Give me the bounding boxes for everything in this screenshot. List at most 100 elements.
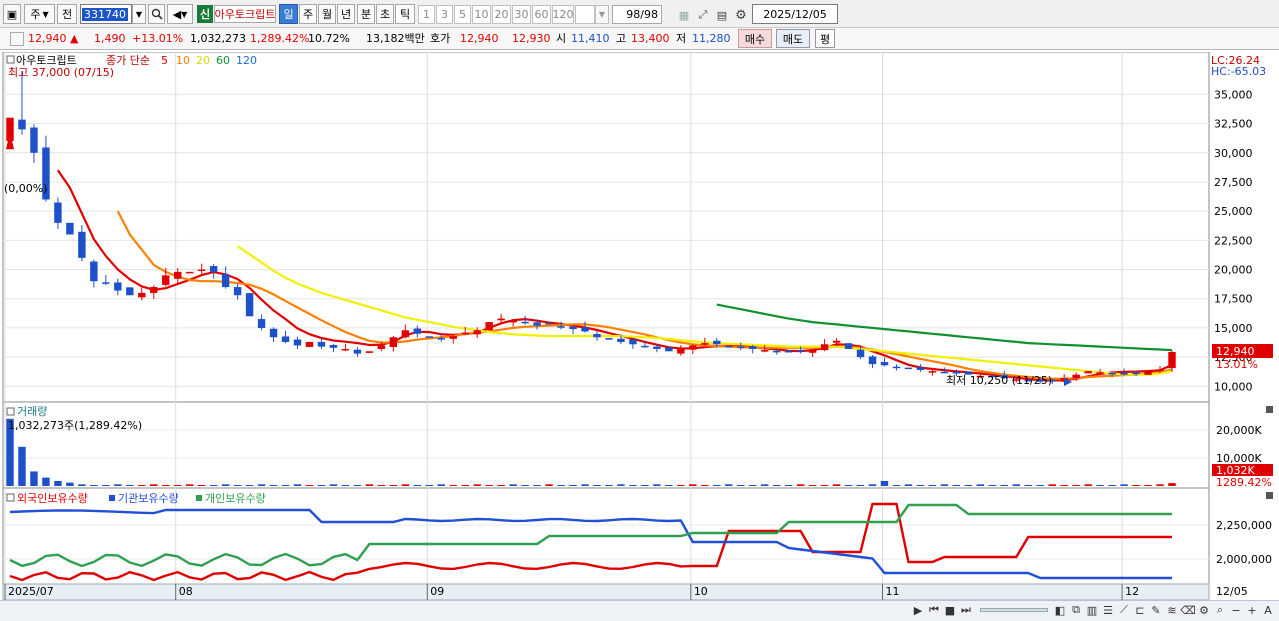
volume-bar [197,485,206,486]
volume-bar [150,484,158,486]
volume-bar [1108,485,1116,486]
volume-bar [760,484,769,486]
volume-bar [1072,485,1080,486]
zoom-slider[interactable] [980,608,1048,612]
count-1-button[interactable]: 1 [418,5,435,24]
count-10-button[interactable]: 10 [472,5,491,24]
candle-body [1108,372,1116,375]
list-icon[interactable]: ☰ [1100,602,1116,618]
x-axis-label: 09 [430,585,444,598]
volume-bar [1120,484,1128,486]
period-unit-select[interactable]: 주 ▼ [24,4,55,24]
count-120-button[interactable]: 120 [552,5,574,24]
minus-icon[interactable]: − [1228,602,1244,618]
volume-bar [701,485,709,486]
volume-bar [545,484,553,486]
chart-area[interactable]: 35,000 32,500 30,000 27,500 25,000 22,500 20,0… [0,51,1279,601]
chart-canvas[interactable]: 35,000 32,500 30,000 27,500 25,000 22,500 20,0… [0,51,1279,601]
count-60-button[interactable]: 60 [532,5,551,24]
crosshair-icon[interactable]: ⤢ [694,5,712,25]
zoom-out-icon[interactable]: ◧ [1052,602,1068,618]
avg-price-button[interactable]: 평 [815,29,835,48]
volume-bar [749,485,757,486]
speaker-icon[interactable]: ◀ ▼ [167,4,193,24]
gear-icon[interactable]: ⚙ [732,5,750,25]
volume-bar [221,484,230,486]
bid-price: 12,930 [512,32,551,45]
fibonacci-icon[interactable]: ≋ [1164,602,1180,618]
volume-bar [42,477,50,486]
period-minute-tab[interactable]: 분 [357,4,375,24]
volume-bar [485,485,493,486]
plus-icon[interactable]: + [1244,602,1260,618]
trendline-icon[interactable]: ⟋ [1116,602,1132,618]
volume-bar [30,471,38,486]
search-icon[interactable]: ⌕ [1212,602,1228,618]
candle-body [150,287,158,293]
volume-bar [173,485,182,486]
period-month-tab[interactable]: 월 [318,4,336,24]
open-label: 시 [556,32,567,45]
period-second-tab[interactable]: 초 [376,4,394,24]
close-icon[interactable] [1266,492,1273,499]
quote-panel-toggle-icon[interactable] [10,32,24,46]
stock-name: 아우토크립트 [214,5,276,23]
open-price: 11,410 [571,32,610,45]
volume-bar [257,484,266,486]
draw-icon[interactable]: ✎ [1148,602,1164,618]
sell-button[interactable]: 매도 [776,29,810,48]
eraser-icon[interactable]: ⌫ [1180,602,1196,618]
layout-icon[interactable]: ▥ [1084,602,1100,618]
period-week-tab[interactable]: 주 [299,4,317,24]
high-label: 고 [616,32,627,45]
candle-body [689,345,697,350]
candle-body [102,282,110,284]
volume-bar [737,485,745,486]
candle-body [808,350,817,353]
volume-bar [725,484,733,486]
grid-icon[interactable]: ▦ [675,5,693,25]
ruler-icon[interactable]: ⊏ [1132,602,1148,618]
period-year-tab[interactable]: 년 [337,4,355,24]
stop-icon[interactable]: ■ [942,602,958,618]
date-input[interactable]: 2025/12/05 [752,4,838,24]
window-menu-icon[interactable]: ▣ [3,4,21,24]
legend-ma5: 5 [161,54,168,67]
current-pct-label: 13.01% [1216,358,1258,371]
period-tick-tab[interactable]: 틱 [395,4,415,24]
text-icon[interactable]: A [1260,602,1276,618]
candle-body [892,366,901,369]
duplicate-icon[interactable]: ⧉ [1068,602,1084,618]
volume-bar [497,485,505,486]
chevron-down-icon[interactable]: ▼ [595,5,609,24]
prev-button[interactable]: 전 [57,4,77,24]
stock-code-input[interactable]: 331740 [80,4,132,24]
count-3-button[interactable]: 3 [436,5,453,24]
count-20-button[interactable]: 20 [492,5,511,24]
close-icon[interactable] [1266,406,1273,413]
volume-bar [653,484,661,486]
candle-body [545,322,553,325]
rewind-icon[interactable]: ⏮ [926,602,942,618]
count-30-button[interactable]: 30 [512,5,531,24]
volume-note: 1,032,273주(1,289.42%) [8,419,142,432]
volume-bar [185,484,194,486]
candle-body [293,339,302,346]
volume-pct: 1,289.42% [250,32,310,45]
y-tick-label: 27,500 [1214,176,1253,189]
buy-button[interactable]: 매수 [738,29,772,48]
period-day-tab[interactable]: 일 [279,4,298,24]
play-icon[interactable]: ▶ [910,602,926,618]
code-dropdown-chevron-icon[interactable]: ▼ [132,4,146,24]
candle-body [1156,369,1164,372]
fast-forward-icon[interactable]: ⏭ [958,602,974,618]
candle-body [173,271,182,279]
count-5-button[interactable]: 5 [454,5,471,24]
search-icon[interactable] [148,4,165,24]
settings-icon[interactable]: ⚙ [1196,602,1212,618]
custom-count-input[interactable] [575,5,595,24]
volume-bar [904,484,913,486]
save-icon[interactable]: ▤ [713,5,731,25]
candle-body [209,266,218,272]
candle-body [269,328,278,338]
